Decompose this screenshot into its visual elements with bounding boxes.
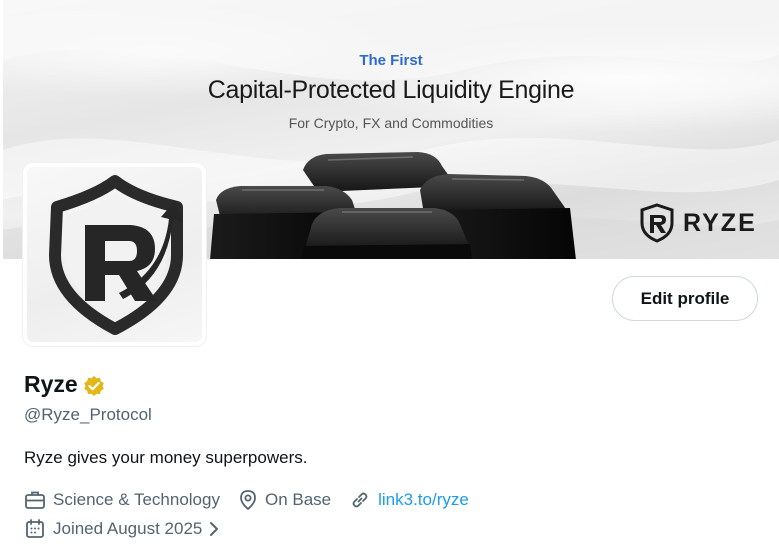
black-cubes-image [210, 152, 576, 259]
profile-website[interactable]: link3.to/ryze [349, 489, 469, 511]
profile-category-label: Science & Technology [53, 490, 220, 509]
profile-category: Science & Technology [24, 489, 220, 511]
profile-name-row: Ryze [24, 371, 105, 398]
profile-website-link[interactable]: link3.to/ryze [378, 490, 469, 510]
briefcase-icon [25, 491, 45, 509]
ryze-shield-logo-icon [49, 175, 183, 335]
profile-name: Ryze [24, 371, 78, 397]
location-pin-icon [240, 490, 256, 511]
banner-eyebrow: The First [359, 52, 423, 69]
banner-subtitle: For Crypto, FX and Commodities [288, 115, 494, 131]
profile-location: On Base [238, 489, 331, 511]
chevron-right-icon[interactable] [208, 520, 220, 538]
profile-handle: @Ryze_Protocol [24, 405, 152, 424]
profile-avatar[interactable] [23, 163, 206, 346]
banner-title: Capital-Protected Liquidity Engine [207, 76, 575, 104]
verified-badge-icon[interactable] [83, 375, 105, 397]
profile-bio: Ryze gives your money superpowers. [24, 448, 308, 467]
calendar-icon [26, 519, 44, 538]
banner-brand: RYZE [639, 203, 757, 243]
banner-brand-word: RYZE [683, 208, 757, 237]
profile-location-label: On Base [264, 490, 332, 509]
link-icon [352, 492, 368, 508]
ryze-shield-logo-icon [640, 203, 674, 243]
avatar-image [27, 167, 202, 342]
edit-profile-button[interactable]: Edit profile [612, 276, 758, 321]
profile-joined-label: Joined August 2025 [53, 519, 203, 538]
profile-joined-row[interactable]: Joined August 2025 [24, 518, 220, 540]
profile-meta-row: Science & Technology On Base link3.to/ry… [24, 489, 487, 511]
